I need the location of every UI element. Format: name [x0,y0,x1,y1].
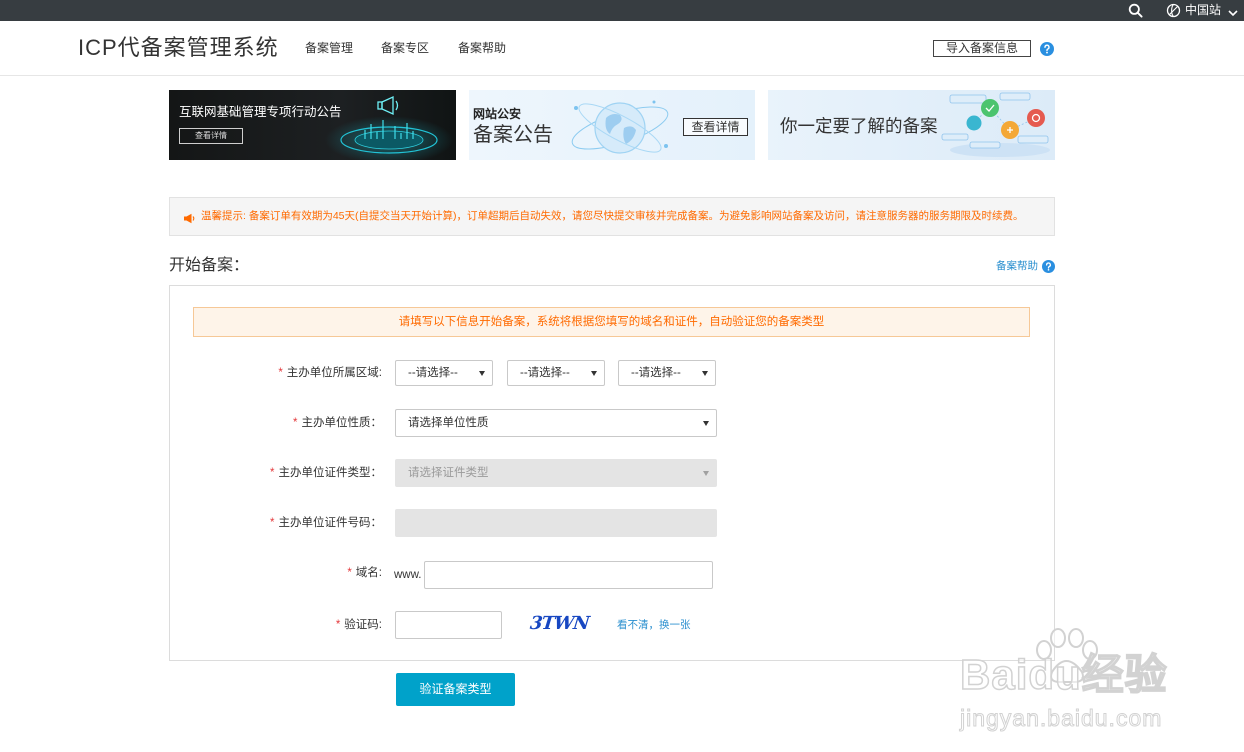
site-title[interactable]: ICP代备案管理系统 [78,34,279,62]
captcha-label-text: 验证码: [344,619,382,631]
dropdown-arrow-icon [479,371,485,376]
cert-number-label: * 主办单位证件号码： [169,515,382,531]
megaphone-icon [183,211,196,224]
org-type-label: * 主办单位性质： [169,415,382,431]
search-icon[interactable] [1128,3,1143,18]
form-info-bar: 请填写以下信息开始备案，系统将根据您填写的域名和证件，自动验证您的备案类型 [193,307,1030,337]
region-label: * 主办单位所属区域: [169,365,382,381]
dropdown-arrow-icon [703,471,709,476]
cert-number-input[interactable] [395,509,717,537]
org-type-select[interactable]: 请选择单位性质 [395,409,717,437]
dropdown-arrow-icon [703,421,709,426]
required-mark: * [270,467,275,479]
captcha-label: * 验证码: [169,617,382,633]
banner-subtitle: 网站公安 [473,107,522,121]
banner-title: 备案公告 [473,124,553,146]
cert-type-label-text: 主办单位证件类型： [278,467,383,479]
select-value: --请选择-- [631,367,681,379]
required-mark: * [293,417,298,429]
required-mark: * [278,367,283,379]
region-district-select[interactable]: --请选择-- [618,360,716,386]
select-value: --请选择-- [408,367,458,379]
dropdown-arrow-icon [591,371,597,376]
banner-police-filing-notice[interactable]: 网站公安 备案公告 查看详情 [469,90,755,160]
cert-type-label: * 主办单位证件类型： [169,465,382,481]
banner-view-details-button[interactable]: 查看详情 [179,128,243,144]
reminder-notice: 温馨提示: 备案订单有效期为45天(自提交当天开始计算)，订单超期后自动失效，请… [169,197,1055,236]
cert-type-select[interactable]: 请选择证件类型 [395,459,717,487]
region-label-text: 主办单位所属区域: [286,367,382,379]
nav-item-filing-zone[interactable]: 备案专区 [381,40,429,56]
globe-icon[interactable] [1166,3,1181,18]
banner-title: 你一定要了解的备案 [780,116,938,136]
domain-prefix: www. [394,569,422,581]
domain-input[interactable] [424,561,713,589]
top-bar: 中国站 [0,0,1244,21]
captcha-refresh-link[interactable]: 看不清，换一张 [617,618,691,632]
banner-illustration [325,95,453,160]
region-switcher-label[interactable]: 中国站 [1185,3,1221,18]
banner-illustration [941,92,1050,157]
select-value: 请选择单位性质 [408,417,489,429]
domain-label-text: 域名: [355,567,382,579]
question-circle-icon[interactable] [1042,260,1055,273]
required-mark: * [347,567,352,579]
question-circle-icon[interactable] [1040,42,1054,56]
org-type-label-text: 主办单位性质： [301,417,383,429]
filing-help-link[interactable]: 备案帮助 [996,260,1038,273]
banner-filing-must-know[interactable]: 你一定要了解的备案 [768,90,1055,160]
region-city-select[interactable]: --请选择-- [507,360,605,386]
nav-item-filing-help[interactable]: 备案帮助 [458,40,506,56]
reminder-notice-text: 温馨提示: 备案订单有效期为45天(自提交当天开始计算)，订单超期后自动失效，请… [201,210,1024,222]
nav-item-filing-management[interactable]: 备案管理 [305,40,353,56]
region-province-select[interactable]: --请选择-- [395,360,493,386]
watermark-url: jingyan.baidu.com [959,705,1163,732]
required-mark: * [335,619,341,631]
section-title: 开始备案： [169,257,250,274]
domain-label: * 域名: [169,565,382,581]
banner-view-details-button[interactable]: 查看详情 [683,118,748,136]
banner-internet-management-notice[interactable]: 互联网基础管理专项行动公告 查看详情 [169,90,456,160]
banner-title: 互联网基础管理专项行动公告 [179,105,342,119]
captcha-input[interactable] [395,611,502,639]
verify-filing-type-button[interactable]: 验证备案类型 [396,673,515,706]
select-value: --请选择-- [520,367,570,379]
cert-number-label-text: 主办单位证件号码： [278,517,383,529]
dropdown-arrow-icon [702,371,708,376]
required-mark: * [270,517,275,529]
chevron-down-icon[interactable] [1228,5,1238,17]
import-filing-info-button[interactable]: 导入备案信息 [933,40,1031,57]
banner-illustration [571,100,669,154]
select-value: 请选择证件类型 [408,467,489,479]
captcha-image[interactable]: 3TWN [529,612,590,636]
